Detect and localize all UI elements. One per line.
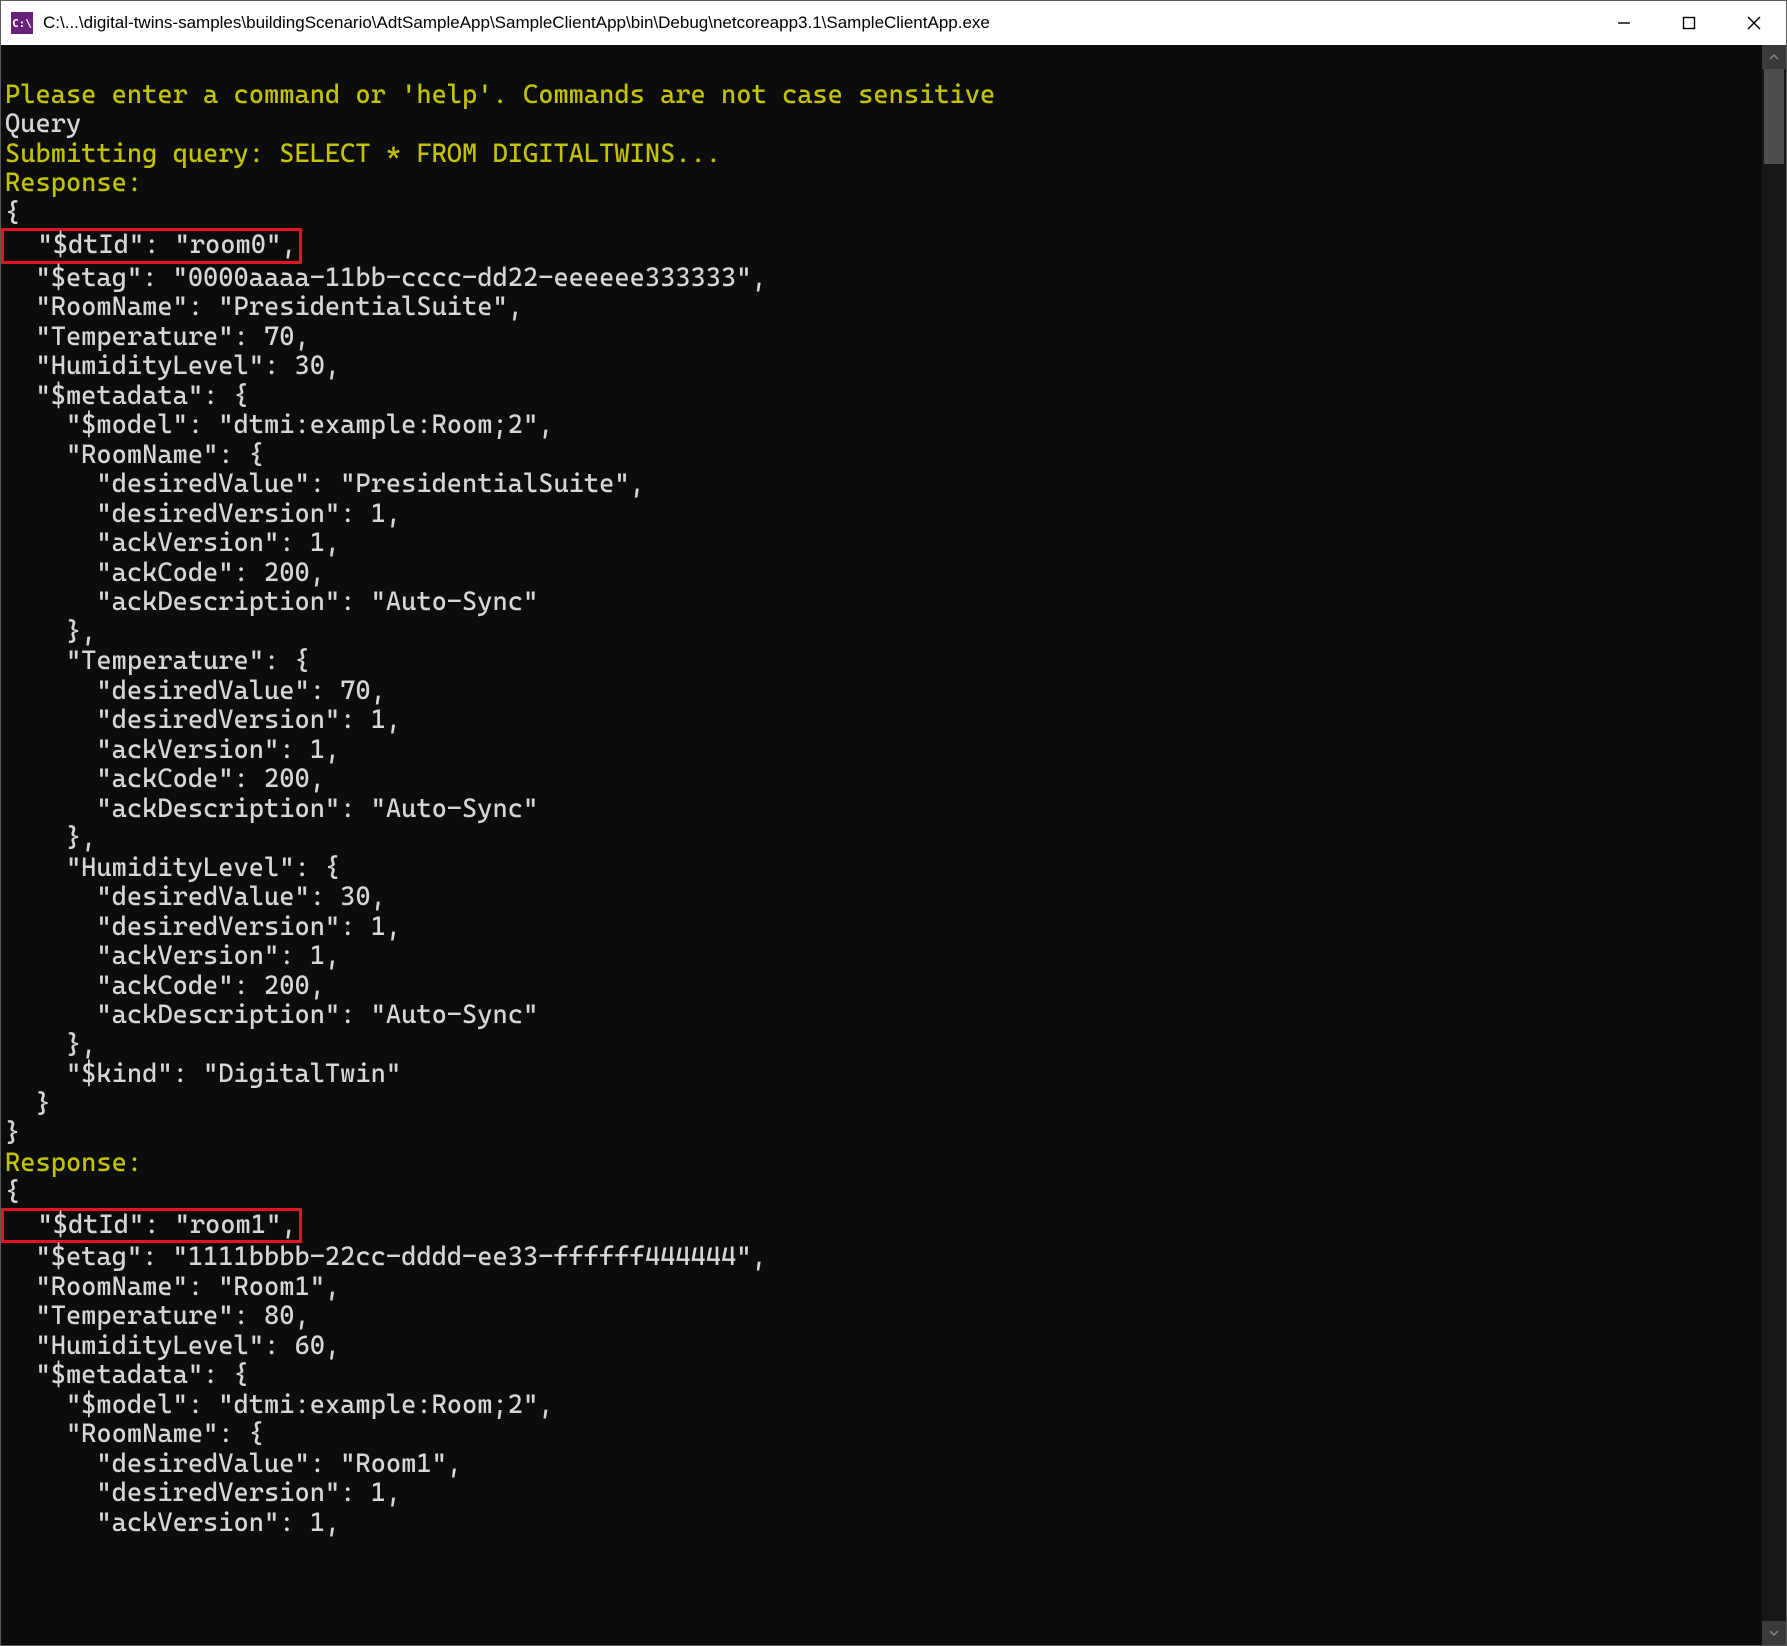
minimize-icon (1617, 16, 1631, 30)
term-line: "desiredVersion": 1, (5, 1478, 401, 1508)
term-line: "desiredValue": "Room1", (5, 1449, 462, 1479)
scrollbar-track[interactable] (1762, 69, 1786, 1621)
chevron-down-icon (1769, 1628, 1779, 1638)
app-icon: C:\ (11, 12, 33, 34)
term-line: "RoomName": "PresidentialSuite", (5, 292, 523, 322)
term-line: "desiredValue": 30, (5, 882, 386, 912)
term-line: }, (5, 617, 96, 647)
term-line: "$model": "dtmi:example:Room;2", (5, 410, 553, 440)
term-line: Please enter a command or 'help'. Comman… (5, 80, 995, 110)
term-line: "desiredVersion": 1, (5, 705, 401, 735)
term-line: "desiredValue": "PresidentialSuite", (5, 469, 645, 499)
term-line: Query (5, 109, 81, 139)
term-line: { (5, 198, 20, 228)
term-line: "$model": "dtmi:example:Room;2", (5, 1390, 553, 1420)
window-title: C:\...\digital-twins-samples\buildingSce… (43, 13, 1591, 33)
term-line: "$metadata": { (5, 381, 249, 411)
scroll-up-button[interactable] (1762, 45, 1786, 69)
term-line: }, (5, 1030, 96, 1060)
term-line: "ackVersion": 1, (5, 528, 340, 558)
term-line: { (5, 1177, 20, 1207)
term-line: "$kind": "DigitalTwin" (5, 1059, 401, 1089)
terminal-area: Please enter a command or 'help'. Comman… (1, 45, 1786, 1645)
term-line: "Temperature": 70, (5, 322, 310, 352)
term-line: "HumidityLevel": 60, (5, 1331, 340, 1361)
term-line: "desiredVersion": 1, (5, 499, 401, 529)
close-icon (1747, 16, 1761, 30)
term-line: "ackVersion": 1, (5, 735, 340, 765)
term-line: "ackCode": 200, (5, 971, 325, 1001)
term-line: "$metadata": { (5, 1360, 249, 1390)
term-line: "desiredValue": 70, (5, 676, 386, 706)
window-controls (1591, 1, 1786, 45)
minimize-button[interactable] (1591, 1, 1656, 45)
scroll-down-button[interactable] (1762, 1621, 1786, 1645)
scrollbar-thumb[interactable] (1764, 69, 1784, 164)
titlebar[interactable]: C:\ C:\...\digital-twins-samples\buildin… (1, 1, 1786, 45)
chevron-up-icon (1769, 52, 1779, 62)
term-line: "ackVersion": 1, (5, 941, 340, 971)
term-line: "$etag": "1111bbbb-22cc-dddd-ee33-ffffff… (5, 1242, 767, 1272)
app-window: C:\ C:\...\digital-twins-samples\buildin… (0, 0, 1787, 1646)
term-line: "$etag": "0000aaaa-11bb-cccc-dd22-eeeeee… (5, 263, 767, 293)
term-line: }, (5, 823, 96, 853)
term-line: Response: (5, 168, 142, 198)
maximize-icon (1682, 16, 1696, 30)
term-line: Submitting query: SELECT * FROM DIGITALT… (5, 139, 721, 169)
term-line: "$dtId": "room0", (5, 230, 302, 260)
vertical-scrollbar[interactable] (1762, 45, 1786, 1645)
term-line: "desiredVersion": 1, (5, 912, 401, 942)
term-line: "HumidityLevel": 30, (5, 351, 340, 381)
term-line: "RoomName": { (5, 440, 264, 470)
terminal-output[interactable]: Please enter a command or 'help'. Comman… (1, 45, 1762, 1645)
term-line: "Temperature": { (5, 646, 310, 676)
term-line: "RoomName": { (5, 1419, 264, 1449)
highlight-dtid-room1: "$dtId": "room1", (1, 1208, 302, 1244)
term-line: "HumidityLevel": { (5, 853, 340, 883)
term-line: "ackDescription": "Auto-Sync" (5, 794, 538, 824)
term-line: "ackVersion": 1, (5, 1508, 340, 1538)
maximize-button[interactable] (1656, 1, 1721, 45)
term-line: "ackCode": 200, (5, 558, 325, 588)
term-line: "Temperature": 80, (5, 1301, 310, 1331)
term-line: } (5, 1089, 51, 1119)
term-line: } (5, 1118, 20, 1148)
highlight-dtid-room0: "$dtId": "room0", (1, 228, 302, 264)
term-line: "RoomName": "Room1", (5, 1272, 340, 1302)
term-line: "ackCode": 200, (5, 764, 325, 794)
term-line: Response: (5, 1148, 142, 1178)
term-line: "$dtId": "room1", (5, 1210, 302, 1240)
term-line: "ackDescription": "Auto-Sync" (5, 1000, 538, 1030)
term-line: "ackDescription": "Auto-Sync" (5, 587, 538, 617)
close-button[interactable] (1721, 1, 1786, 45)
